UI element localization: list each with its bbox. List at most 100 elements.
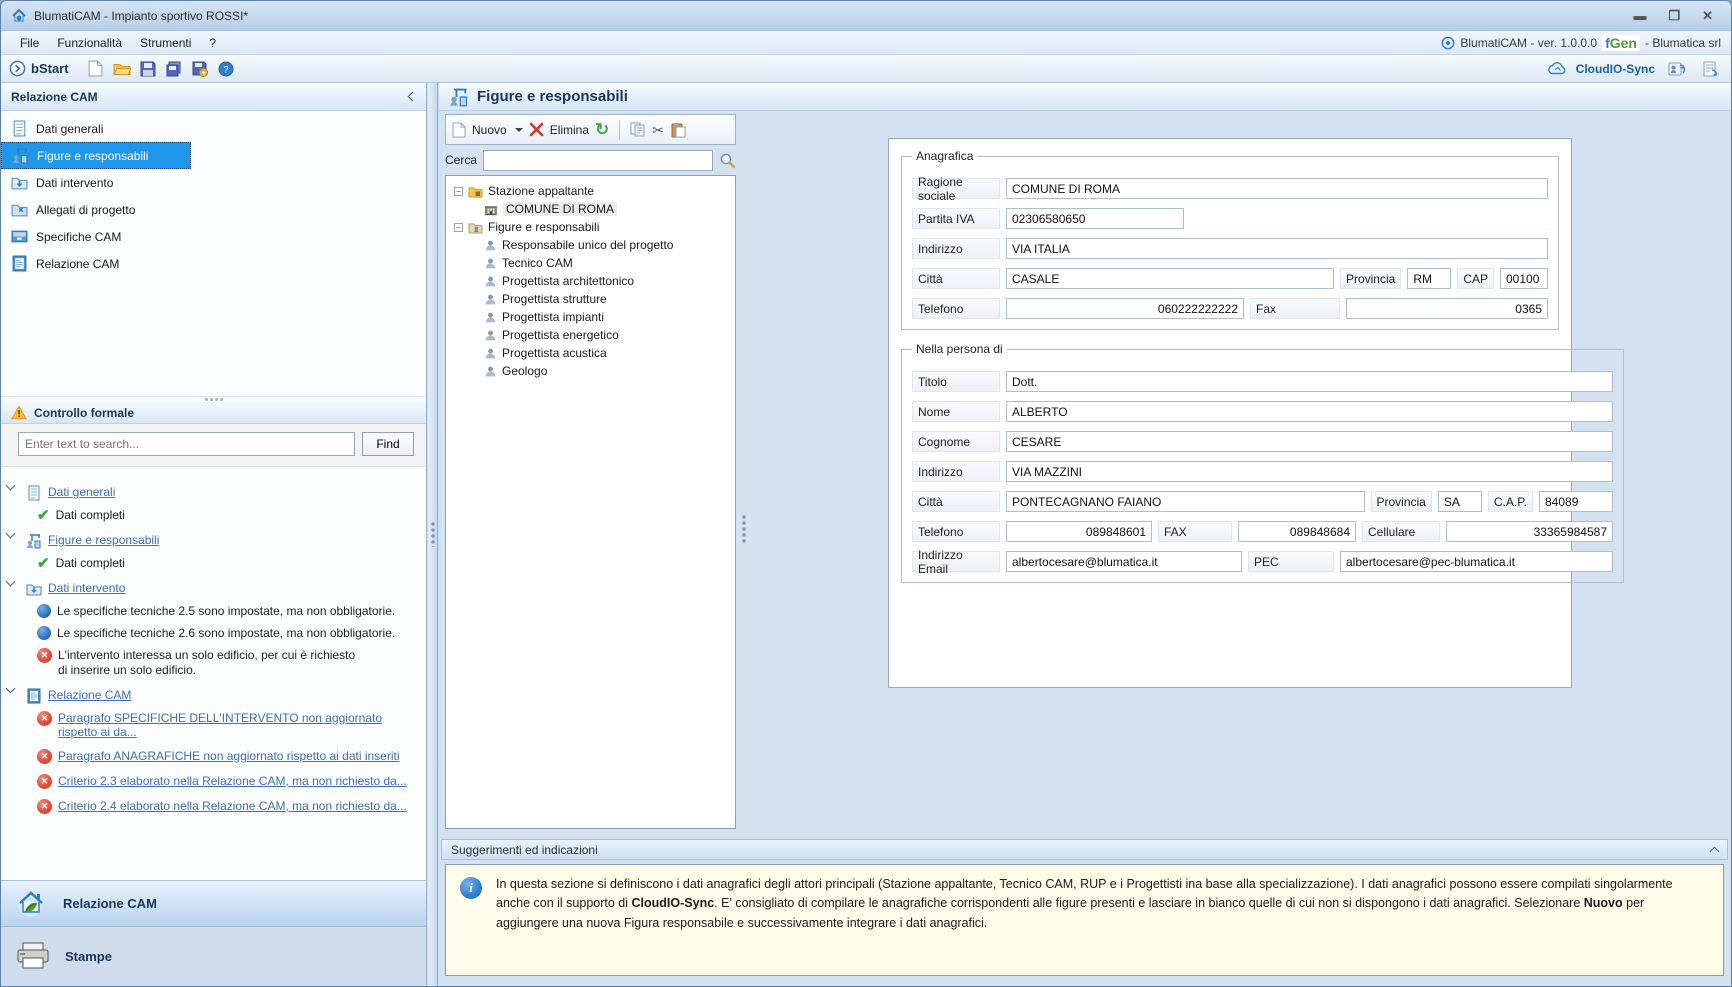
tree-node-stazione[interactable]: − Stazione appaltante xyxy=(450,182,731,200)
telefono-field[interactable] xyxy=(1006,298,1244,319)
chevron-down-icon[interactable] xyxy=(6,684,16,694)
tree-node-figure-item[interactable]: Tecnico CAM xyxy=(450,254,731,272)
crane-person-icon xyxy=(26,533,42,549)
email-field[interactable] xyxy=(1006,551,1242,572)
sidebar-item-dati-intervento[interactable]: Dati intervento xyxy=(1,169,426,196)
collapse-node-icon[interactable]: − xyxy=(454,187,463,196)
provincia-persona-field[interactable] xyxy=(1438,491,1482,512)
main-panel-header: Figure e responsabili xyxy=(439,83,1731,111)
citta-persona-field[interactable] xyxy=(1006,491,1365,512)
splitter-grip[interactable] xyxy=(431,521,435,547)
controllo-section-dati-intervento[interactable]: Dati intervento xyxy=(7,581,420,597)
refresh-icon[interactable]: ↻ xyxy=(595,121,609,138)
bstart-button[interactable]: bStart xyxy=(9,60,69,77)
find-button[interactable]: Find xyxy=(362,432,414,456)
collapse-node-icon[interactable]: − xyxy=(454,223,463,232)
nuovo-button[interactable]: Nuovo xyxy=(472,123,507,137)
pec-field[interactable] xyxy=(1340,551,1613,572)
open-file-button[interactable] xyxy=(112,59,132,79)
cognome-field[interactable] xyxy=(1006,431,1613,452)
chevron-down-icon[interactable] xyxy=(6,481,16,491)
controllo-section-figure[interactable]: Figure e responsabili xyxy=(7,533,420,549)
version-text: BlumatiCAM - ver. 1.0.0.0 xyxy=(1460,36,1597,50)
tree-form-splitter[interactable] xyxy=(739,114,748,826)
tree-node-figure-item[interactable]: Progettista energetico xyxy=(450,326,731,344)
dropdown-arrow-icon[interactable] xyxy=(515,128,523,132)
collapse-sidebar-icon[interactable] xyxy=(408,92,418,102)
relazione-cam-button[interactable]: Relazione CAM xyxy=(1,881,426,927)
fax-persona-field[interactable] xyxy=(1238,521,1356,542)
save-button[interactable] xyxy=(138,59,158,79)
vertical-splitter[interactable] xyxy=(428,83,438,986)
titolo-field[interactable] xyxy=(1006,371,1613,392)
sidebar-item-dati-generali[interactable]: Dati generali xyxy=(1,115,426,142)
cut-icon[interactable]: ✂ xyxy=(652,123,664,137)
tree-node-figure-item[interactable]: Responsabile unico del progetto xyxy=(450,236,731,254)
save-all-button[interactable] xyxy=(164,59,184,79)
cellulare-field[interactable] xyxy=(1446,521,1613,542)
paste-icon[interactable] xyxy=(670,122,686,138)
menu-file[interactable]: File xyxy=(11,33,48,53)
restore-button[interactable]: ❐ xyxy=(1668,8,1680,24)
splitter-grip[interactable] xyxy=(742,514,746,544)
fax-field[interactable] xyxy=(1346,298,1548,319)
controllo-section-relazione-cam[interactable]: Relazione CAM xyxy=(7,688,420,704)
ragione-sociale-field[interactable] xyxy=(1006,178,1548,199)
cap-persona-field[interactable] xyxy=(1539,491,1613,512)
controllo-item-link[interactable]: ✕ Criterio 2.4 elaborato nella Relazione… xyxy=(7,799,420,814)
telefono-persona-field[interactable] xyxy=(1006,521,1152,542)
partita-iva-label: Partita IVA xyxy=(912,208,1000,229)
copy-icon[interactable] xyxy=(630,122,646,137)
tree-node-figure[interactable]: − Figure e responsabili xyxy=(450,218,731,236)
sidebar-item-relazione-cam[interactable]: Relazione CAM xyxy=(1,250,426,277)
sidebar-item-allegati-progetto[interactable]: Allegati di progetto xyxy=(1,196,426,223)
stampe-button[interactable]: Stampe xyxy=(1,927,426,985)
menu-strumenti[interactable]: Strumenti xyxy=(131,33,200,53)
menu-help[interactable]: ? xyxy=(200,33,225,53)
tree-node-figure-item[interactable]: Progettista acustica xyxy=(450,344,731,362)
error-icon: ✕ xyxy=(37,799,52,814)
contact-sync-button[interactable] xyxy=(1666,59,1686,79)
controllo-item-link[interactable]: ✕ Paragrafo ANAGRAFICHE non aggiornato r… xyxy=(7,749,420,764)
tree-node-figure-item[interactable]: Progettista impianti xyxy=(450,308,731,326)
tree-node-figure-item[interactable]: Progettista architettonico xyxy=(450,272,731,290)
indirizzo-persona-field[interactable] xyxy=(1006,461,1613,482)
tree-node-comune-roma[interactable]: COMUNE DI ROMA xyxy=(450,200,731,218)
cloud-sync-icon xyxy=(1546,61,1568,76)
menu-funzionalita[interactable]: Funzionalità xyxy=(48,33,131,53)
tree-node-figure-item[interactable]: Progettista strutture xyxy=(450,290,731,308)
controllo-item-link[interactable]: ✕ Paragrafo SPECIFICHE DELL'INTERVENTO n… xyxy=(7,711,420,739)
cap-field[interactable] xyxy=(1500,268,1548,289)
close-button[interactable]: ✕ xyxy=(1702,8,1713,24)
citta-field[interactable] xyxy=(1006,268,1334,289)
save-sync-button[interactable] xyxy=(190,59,210,79)
titolo-label: Titolo xyxy=(912,371,1000,392)
cerca-input[interactable] xyxy=(483,150,713,171)
controllo-section-dati-generali[interactable]: Dati generali xyxy=(7,485,420,501)
sidebar-item-figure-responsabili[interactable]: Figure e responsabili xyxy=(1,142,191,169)
controllo-item: Le specifiche tecniche 2.6 sono impostat… xyxy=(7,626,420,641)
provincia-field[interactable] xyxy=(1407,268,1451,289)
minimize-button[interactable]: ▬ xyxy=(1633,8,1646,23)
partita-iva-field[interactable] xyxy=(1006,208,1184,229)
new-file-button[interactable] xyxy=(86,59,106,79)
nome-field[interactable] xyxy=(1006,401,1613,422)
elimina-button[interactable]: Elimina xyxy=(550,123,589,137)
collapse-suggestions-icon[interactable] xyxy=(1710,846,1720,856)
cloudio-sync-label[interactable]: CloudIO-Sync xyxy=(1576,62,1655,76)
info-icon xyxy=(37,604,51,618)
person-icon xyxy=(484,329,497,342)
controllo-item-link[interactable]: ✕ Criterio 2.3 elaborato nella Relazione… xyxy=(7,774,420,789)
help-button[interactable]: ? xyxy=(216,59,236,79)
chevron-down-icon[interactable] xyxy=(6,529,16,539)
provincia-persona-label: Provincia xyxy=(1371,491,1432,512)
chevron-down-icon[interactable] xyxy=(6,577,16,587)
tree-node-figure-item[interactable]: Geologo xyxy=(450,362,731,380)
search-icon[interactable] xyxy=(719,152,736,169)
controllo-search-input[interactable] xyxy=(18,432,355,456)
indirizzo-field[interactable] xyxy=(1006,238,1548,259)
sidebar-item-specifiche-cam[interactable]: Specifiche CAM xyxy=(1,223,426,250)
report-sync-button[interactable] xyxy=(1700,59,1720,79)
record-toolbar: Nuovo Elimina ↻ ✂ xyxy=(445,114,736,145)
house-leaf-icon xyxy=(15,888,49,920)
